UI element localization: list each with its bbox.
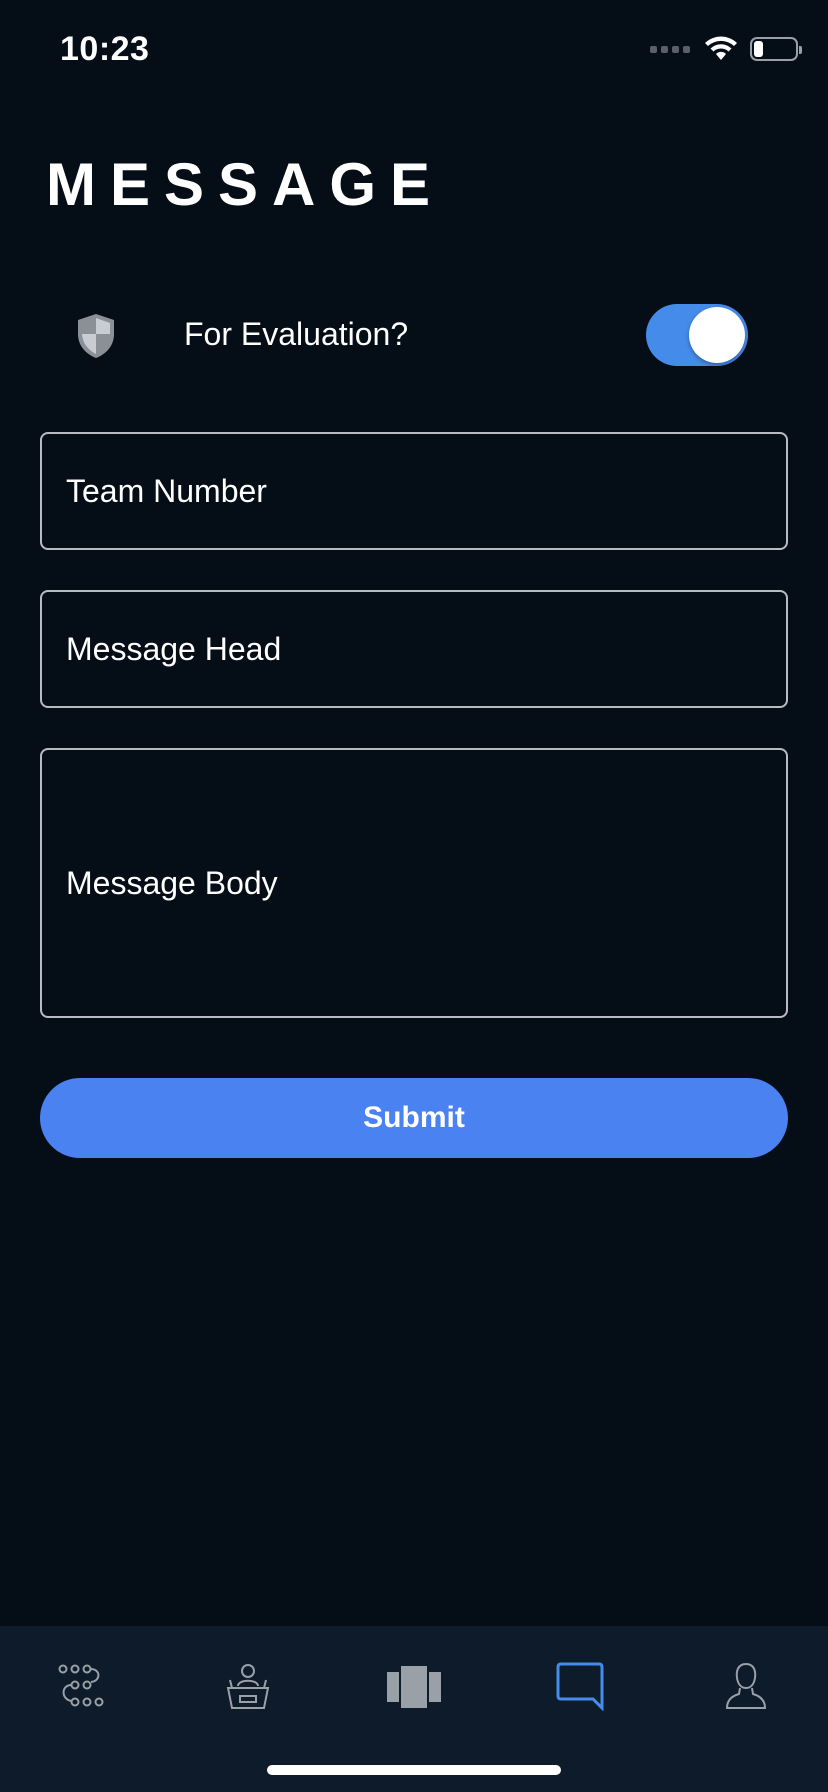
tab-route[interactable]	[52, 1656, 112, 1716]
cellular-signal-icon	[650, 45, 690, 53]
battery-icon	[750, 37, 802, 61]
user-icon	[725, 1662, 767, 1709]
message-head-field[interactable]: Message Head	[40, 590, 788, 708]
tab-presenter[interactable]	[218, 1656, 278, 1716]
tab-gallery[interactable]	[384, 1656, 444, 1716]
presenter-icon	[226, 1664, 270, 1709]
page-title: MESSAGE	[46, 151, 445, 218]
chat-bubble-icon	[556, 1662, 604, 1711]
shield-icon	[78, 314, 114, 358]
submit-button[interactable]: Submit	[40, 1078, 788, 1158]
evaluation-toggle[interactable]	[646, 304, 748, 366]
tab-messages[interactable]	[550, 1656, 610, 1716]
toggle-knob	[689, 307, 745, 363]
message-body-field[interactable]: Message Body	[40, 748, 788, 1018]
evaluation-row: For Evaluation?	[40, 300, 788, 372]
home-indicator	[267, 1765, 561, 1775]
wifi-icon	[705, 36, 737, 60]
status-bar: 10:23	[0, 0, 828, 100]
route-icon	[58, 1664, 104, 1707]
status-icons	[650, 36, 802, 62]
tab-profile[interactable]	[716, 1656, 776, 1716]
evaluation-label: For Evaluation?	[184, 316, 409, 352]
status-time: 10:23	[60, 30, 150, 68]
team-number-field[interactable]: Team Number	[40, 432, 788, 550]
gallery-icon	[387, 1666, 441, 1708]
